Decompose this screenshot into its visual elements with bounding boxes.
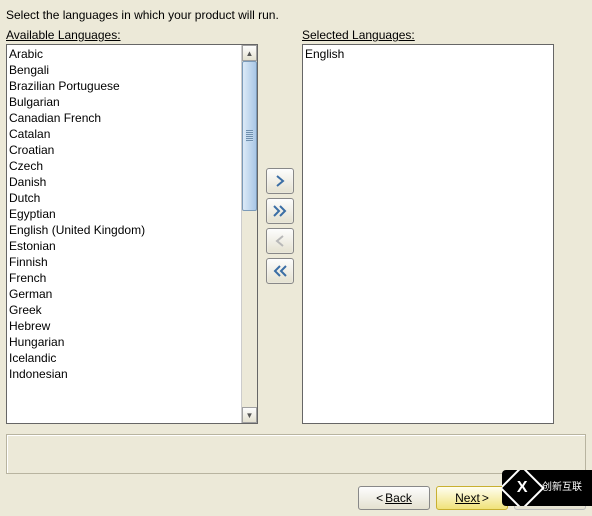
list-item[interactable]: Finnish [9, 254, 239, 270]
list-item[interactable]: Dutch [9, 190, 239, 206]
watermark-logo-icon: X [502, 470, 545, 506]
list-item[interactable]: Danish [9, 174, 239, 190]
selected-panel: Selected Languages: English [302, 28, 554, 424]
selected-listbox[interactable]: English [302, 44, 554, 424]
add-all-button[interactable] [266, 198, 294, 224]
list-item[interactable]: Icelandic [9, 350, 239, 366]
back-button[interactable]: < Back [358, 486, 430, 510]
list-item[interactable]: Czech [9, 158, 239, 174]
available-listbox[interactable]: ArabicBengaliBrazilian PortugueseBulgari… [6, 44, 258, 424]
list-item[interactable]: Brazilian Portuguese [9, 78, 239, 94]
list-item[interactable]: Arabic [9, 46, 239, 62]
list-item[interactable]: French [9, 270, 239, 286]
transfer-buttons [264, 168, 296, 284]
list-item[interactable]: Catalan [9, 126, 239, 142]
watermark: X 创新互联 [502, 470, 592, 506]
list-item[interactable]: Bengali [9, 62, 239, 78]
watermark-text: 创新互联 [542, 482, 582, 494]
available-label: Available Languages: [6, 28, 258, 42]
double-chevron-left-icon [272, 264, 288, 278]
scroll-track[interactable] [242, 61, 257, 407]
list-item[interactable]: Croatian [9, 142, 239, 158]
list-item[interactable]: German [9, 286, 239, 302]
scroll-down-button[interactable]: ▼ [242, 407, 257, 423]
list-item[interactable]: English [305, 46, 551, 62]
list-item[interactable]: Bulgarian [9, 94, 239, 110]
add-button[interactable] [266, 168, 294, 194]
next-button[interactable]: Next > [436, 486, 508, 510]
scroll-thumb[interactable] [242, 61, 257, 211]
list-item[interactable]: Canadian French [9, 110, 239, 126]
wizard-nav: < Back Next > Ins [6, 478, 586, 510]
double-chevron-right-icon [272, 204, 288, 218]
available-scrollbar[interactable]: ▲ ▼ [241, 45, 257, 423]
chevron-right-icon [273, 174, 287, 188]
list-item[interactable]: Hebrew [9, 318, 239, 334]
remove-button[interactable] [266, 228, 294, 254]
list-item[interactable]: English (United Kingdom) [9, 222, 239, 238]
instruction-text: Select the languages in which your produ… [6, 6, 586, 28]
list-item[interactable]: Egyptian [9, 206, 239, 222]
list-item[interactable]: Greek [9, 302, 239, 318]
remove-all-button[interactable] [266, 258, 294, 284]
list-item[interactable]: Hungarian [9, 334, 239, 350]
list-item[interactable]: Estonian [9, 238, 239, 254]
list-item[interactable]: Indonesian [9, 366, 239, 382]
selected-label: Selected Languages: [302, 28, 554, 42]
scroll-up-button[interactable]: ▲ [242, 45, 257, 61]
message-area [6, 434, 586, 474]
chevron-left-icon [273, 234, 287, 248]
available-panel: Available Languages: ArabicBengaliBrazil… [6, 28, 258, 424]
